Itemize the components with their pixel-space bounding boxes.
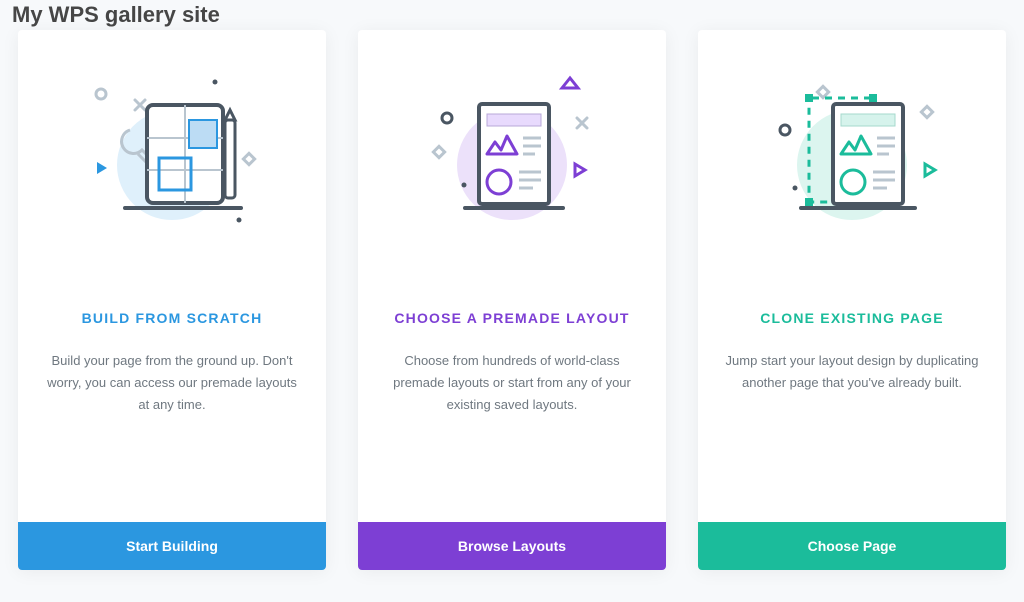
start-building-button[interactable]: Start Building — [18, 522, 326, 570]
card-premade-layout[interactable]: CHOOSE A PREMADE LAYOUT Choose from hund… — [358, 30, 666, 570]
card-body: CHOOSE A PREMADE LAYOUT Choose from hund… — [358, 270, 666, 522]
card-description: Jump start your layout design by duplica… — [722, 350, 982, 394]
duplicate-icon — [747, 70, 957, 250]
card-body: CLONE EXISTING PAGE Jump start your layo… — [698, 270, 1006, 522]
illustration-clone — [698, 30, 1006, 270]
option-cards-row: BUILD FROM SCRATCH Build your page from … — [18, 30, 1006, 570]
illustration-build — [18, 30, 326, 270]
layout-icon — [407, 70, 617, 250]
card-description: Build your page from the ground up. Don'… — [42, 350, 302, 416]
card-build-from-scratch[interactable]: BUILD FROM SCRATCH Build your page from … — [18, 30, 326, 570]
card-body: BUILD FROM SCRATCH Build your page from … — [18, 270, 326, 522]
card-title: CHOOSE A PREMADE LAYOUT — [382, 310, 642, 326]
wireframe-icon — [67, 70, 277, 250]
illustration-premade — [358, 30, 666, 270]
card-description: Choose from hundreds of world-class prem… — [382, 350, 642, 416]
card-title: CLONE EXISTING PAGE — [722, 310, 982, 326]
card-title: BUILD FROM SCRATCH — [42, 310, 302, 326]
browse-layouts-button[interactable]: Browse Layouts — [358, 522, 666, 570]
card-clone-page[interactable]: CLONE EXISTING PAGE Jump start your layo… — [698, 30, 1006, 570]
background-site-title: My WPS gallery site — [12, 2, 220, 28]
choose-page-button[interactable]: Choose Page — [698, 522, 1006, 570]
